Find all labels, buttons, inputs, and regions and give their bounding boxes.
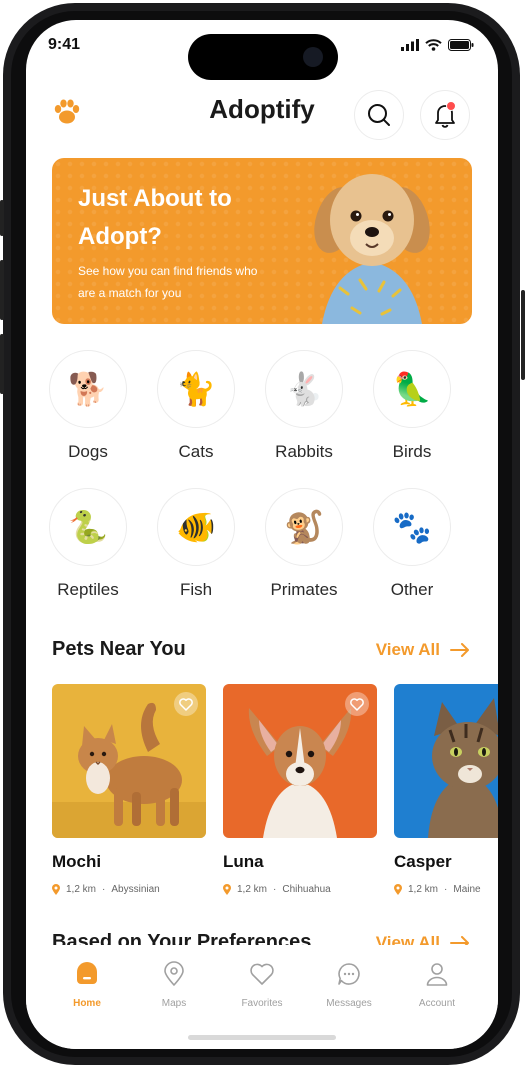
wifi-icon [425, 39, 442, 51]
notification-badge [446, 101, 456, 111]
category-other[interactable]: 🐾 Other [364, 488, 460, 600]
category-fish[interactable]: 🐠 Fish [148, 488, 244, 600]
bottom-tab-bar: Home Maps Favorites Messages Account [26, 945, 498, 1049]
phone-side-button [521, 290, 525, 380]
category-label: Other [390, 580, 434, 599]
tab-label: Favorites [241, 998, 283, 1009]
location-pin-icon [52, 884, 60, 895]
tab-account[interactable]: Account [397, 961, 477, 1009]
separator-dot: · [444, 884, 448, 895]
category-cats[interactable]: 🐈 Cats [148, 350, 244, 462]
category-label: Dogs [68, 442, 108, 461]
arrow-right-icon [450, 643, 469, 657]
banner-title: Just About to Adopt? [78, 185, 232, 250]
tab-label: Home [73, 998, 101, 1009]
tab-favorites[interactable]: Favorites [222, 961, 302, 1009]
chat-icon [338, 963, 360, 985]
fish-icon: 🐠 [157, 488, 235, 566]
pet-meta: 1,2 km · Abyssinian [52, 884, 206, 895]
view-all-label: View All [375, 640, 440, 659]
dynamic-island [188, 34, 338, 80]
category-label: Birds [392, 442, 432, 461]
status-icons [401, 39, 474, 51]
pet-breed: Maine [453, 884, 481, 895]
notifications-button[interactable] [420, 90, 470, 140]
category-label: Reptiles [57, 580, 119, 599]
phone-side-button [0, 334, 4, 394]
pet-distance: 1,2 km [408, 884, 439, 895]
heart-icon [179, 697, 193, 711]
phone-side-button [0, 200, 4, 236]
location-pin-icon [394, 884, 402, 895]
pet-distance: 1,2 km [237, 884, 268, 895]
pet-photo [52, 684, 206, 838]
bird-icon: 🦜 [373, 350, 451, 428]
monkey-icon: 🐒 [265, 488, 343, 566]
favorite-button[interactable] [345, 692, 369, 716]
pet-card-luna[interactable]: Luna 1,2 km · Chihuahua [223, 684, 377, 895]
pet-distance: 1,2 km [66, 884, 97, 895]
adopt-banner[interactable]: Just About to Adopt? See how you can fin… [52, 158, 472, 324]
category-label: Primates [270, 580, 338, 599]
app-screen: 9:41 Adoptify Just About to Adopt? See h… [26, 20, 498, 1049]
category-reptiles[interactable]: 🐍 Reptiles [40, 488, 136, 600]
pets-near-list: Mochi 1,2 km · Abyssinian Luna 1,2 km · … [52, 684, 498, 914]
battery-icon [448, 39, 474, 51]
tab-maps[interactable]: Maps [134, 961, 214, 1009]
home-indicator [188, 1035, 336, 1040]
category-label: Fish [179, 580, 213, 599]
separator-dot: · [273, 884, 277, 895]
app-header: Adoptify [26, 90, 498, 150]
category-label: Cats [178, 442, 214, 461]
tab-label: Messages [326, 998, 372, 1009]
pet-name: Luna [223, 852, 264, 871]
dog-icon: 🐕 [49, 350, 127, 428]
signal-icon [401, 39, 419, 51]
tab-label: Maps [161, 998, 187, 1009]
pet-breed: Abyssinian [111, 884, 160, 895]
phone-side-button [0, 260, 4, 320]
cat-icon: 🐈 [157, 350, 235, 428]
search-icon [368, 104, 390, 126]
pet-name: Mochi [52, 852, 102, 871]
heart-icon [350, 697, 364, 711]
status-time: 9:41 [48, 36, 81, 53]
banner-dog-image [314, 174, 430, 324]
snake-icon: 🐍 [49, 488, 127, 566]
pet-breed: Chihuahua [282, 884, 331, 895]
map-pin-icon [164, 961, 184, 986]
home-icon [77, 962, 97, 984]
category-primates[interactable]: 🐒 Primates [256, 488, 352, 600]
pet-photo [394, 684, 498, 838]
banner-subtitle: See how you can find friends who are a m… [78, 264, 258, 300]
camera-icon [303, 47, 323, 67]
pet-card-casper[interactable]: Casper 1,2 km · Maine [394, 684, 498, 895]
pet-meta: 1,2 km · Maine [394, 884, 498, 895]
rabbit-icon: 🐇 [265, 350, 343, 428]
separator-dot: · [102, 884, 106, 895]
tabby-cat-photo-image [428, 698, 498, 838]
search-button[interactable] [354, 90, 404, 140]
favorite-button[interactable] [174, 692, 198, 716]
category-birds[interactable]: 🦜 Birds [364, 350, 460, 462]
category-label: Rabbits [275, 442, 333, 461]
pet-name: Casper [394, 852, 452, 871]
tab-home[interactable]: Home [47, 961, 127, 1009]
pet-photo [223, 684, 377, 838]
heart-icon [250, 963, 274, 985]
pet-card-mochi[interactable]: Mochi 1,2 km · Abyssinian [52, 684, 206, 895]
pets-near-view-all[interactable]: View All [376, 640, 470, 660]
tab-messages[interactable]: Messages [309, 961, 389, 1009]
category-dogs[interactable]: 🐕 Dogs [40, 350, 136, 462]
tab-label: Account [418, 998, 456, 1009]
pet-meta: 1,2 km · Chihuahua [223, 884, 377, 895]
user-icon [426, 963, 448, 986]
pets-near-title: Pets Near You [52, 638, 186, 660]
location-pin-icon [223, 884, 231, 895]
category-rabbits[interactable]: 🐇 Rabbits [256, 350, 352, 462]
paw-prints-icon: 🐾 [373, 488, 451, 566]
